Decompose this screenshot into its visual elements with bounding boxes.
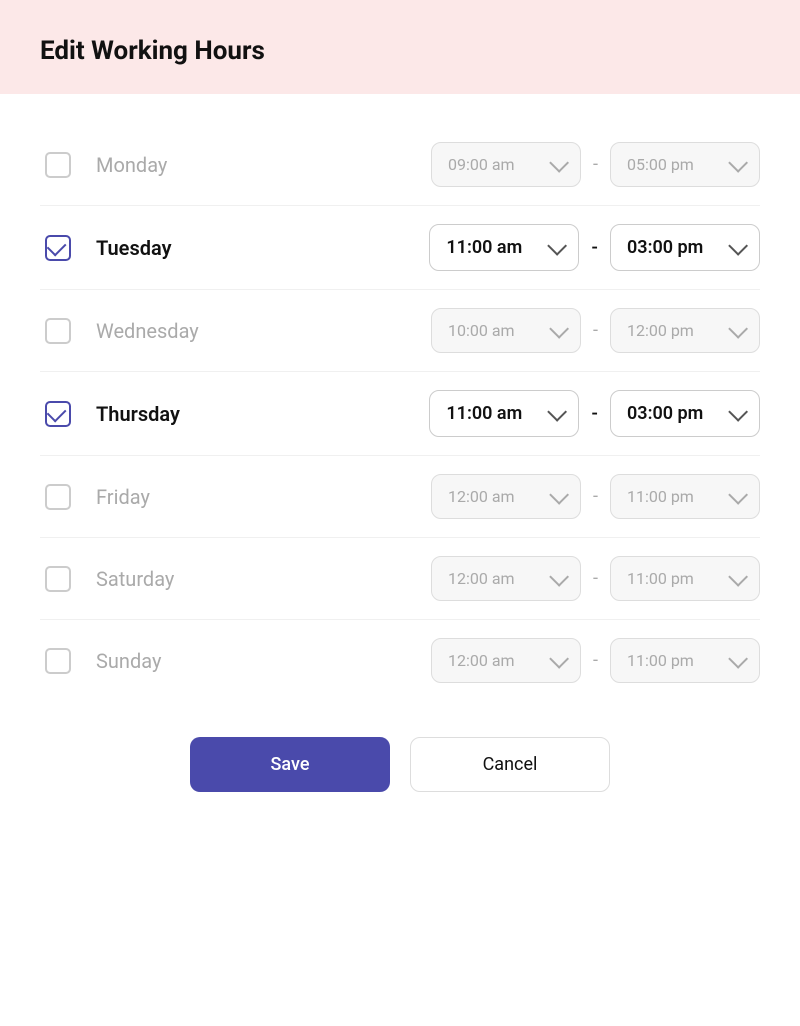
checkbox-monday[interactable]: [40, 147, 76, 183]
start-time-text-monday: 09:00 am: [448, 155, 542, 174]
start-time-text-sunday: 12:00 am: [448, 651, 542, 670]
end-time-text-saturday: 11:00 pm: [627, 569, 721, 588]
end-time-friday[interactable]: 11:00 pm: [610, 474, 760, 519]
start-chevron-saturday: [549, 566, 569, 586]
end-time-text-friday: 11:00 pm: [627, 487, 721, 506]
time-controls-thursday: 11:00 am - 03:00 pm: [429, 390, 760, 437]
end-time-thursday[interactable]: 03:00 pm: [610, 390, 760, 437]
day-row-saturday: Saturday 12:00 am - 11:00 pm: [40, 538, 760, 620]
start-chevron-thursday: [548, 401, 568, 421]
button-row: Save Cancel: [40, 737, 760, 792]
day-label-sunday: Sunday: [96, 649, 256, 673]
start-time-monday[interactable]: 09:00 am: [431, 142, 581, 187]
checkbox-inner-wednesday: [45, 318, 71, 344]
end-time-wednesday[interactable]: 12:00 pm: [610, 308, 760, 353]
start-time-wednesday[interactable]: 10:00 am: [431, 308, 581, 353]
time-controls-friday: 12:00 am - 11:00 pm: [431, 474, 760, 519]
time-controls-wednesday: 10:00 am - 12:00 pm: [431, 308, 760, 353]
start-time-text-wednesday: 10:00 am: [448, 321, 542, 340]
checkbox-friday[interactable]: [40, 479, 76, 515]
end-time-text-wednesday: 12:00 pm: [627, 321, 721, 340]
separator-saturday: -: [593, 568, 598, 589]
checkbox-saturday[interactable]: [40, 561, 76, 597]
start-chevron-wednesday: [549, 318, 569, 338]
end-chevron-tuesday: [728, 235, 748, 255]
day-row-friday: Friday 12:00 am - 11:00 pm: [40, 456, 760, 538]
day-row-tuesday: Tuesday 11:00 am - 03:00 pm: [40, 206, 760, 290]
day-label-saturday: Saturday: [96, 567, 256, 591]
end-chevron-sunday: [728, 648, 748, 668]
day-row-wednesday: Wednesday 10:00 am - 12:00 pm: [40, 290, 760, 372]
day-row-monday: Monday 09:00 am - 05:00 pm: [40, 124, 760, 206]
end-chevron-friday: [728, 484, 748, 504]
day-label-friday: Friday: [96, 485, 256, 509]
end-time-monday[interactable]: 05:00 pm: [610, 142, 760, 187]
start-time-text-tuesday: 11:00 am: [446, 237, 540, 258]
end-time-tuesday[interactable]: 03:00 pm: [610, 224, 760, 271]
start-chevron-sunday: [549, 648, 569, 668]
checkbox-sunday[interactable]: [40, 643, 76, 679]
day-label-thursday: Thursday: [96, 402, 256, 426]
start-time-thursday[interactable]: 11:00 am: [429, 390, 579, 437]
time-controls-saturday: 12:00 am - 11:00 pm: [431, 556, 760, 601]
start-time-sunday[interactable]: 12:00 am: [431, 638, 581, 683]
end-time-text-thursday: 03:00 pm: [627, 403, 721, 424]
start-time-saturday[interactable]: 12:00 am: [431, 556, 581, 601]
start-time-tuesday[interactable]: 11:00 am: [429, 224, 579, 271]
checkbox-inner-sunday: [45, 648, 71, 674]
separator-thursday: -: [591, 403, 598, 424]
end-time-text-sunday: 11:00 pm: [627, 651, 721, 670]
header: Edit Working Hours: [0, 0, 800, 94]
checkbox-inner-tuesday: [45, 235, 71, 261]
time-controls-tuesday: 11:00 am - 03:00 pm: [429, 224, 760, 271]
checkbox-inner-saturday: [45, 566, 71, 592]
checkbox-inner-friday: [45, 484, 71, 510]
day-label-wednesday: Wednesday: [96, 319, 256, 343]
day-label-tuesday: Tuesday: [96, 236, 256, 260]
cancel-button[interactable]: Cancel: [410, 737, 610, 792]
checkbox-inner-monday: [45, 152, 71, 178]
day-label-monday: Monday: [96, 153, 256, 177]
page-title: Edit Working Hours: [40, 36, 265, 66]
end-chevron-wednesday: [728, 318, 748, 338]
start-chevron-tuesday: [548, 235, 568, 255]
start-chevron-monday: [549, 152, 569, 172]
start-time-friday[interactable]: 12:00 am: [431, 474, 581, 519]
day-row-thursday: Thursday 11:00 am - 03:00 pm: [40, 372, 760, 456]
checkbox-tuesday[interactable]: [40, 230, 76, 266]
day-row-sunday: Sunday 12:00 am - 11:00 pm: [40, 620, 760, 701]
save-button[interactable]: Save: [190, 737, 390, 792]
checkbox-inner-thursday: [45, 401, 71, 427]
end-time-saturday[interactable]: 11:00 pm: [610, 556, 760, 601]
start-chevron-friday: [549, 484, 569, 504]
end-time-sunday[interactable]: 11:00 pm: [610, 638, 760, 683]
checkbox-thursday[interactable]: [40, 396, 76, 432]
end-time-text-tuesday: 03:00 pm: [627, 237, 721, 258]
checkbox-wednesday[interactable]: [40, 313, 76, 349]
separator-sunday: -: [593, 650, 598, 671]
start-time-text-thursday: 11:00 am: [446, 403, 540, 424]
main-content: Monday 09:00 am - 05:00 pm Tuesday 11:00: [0, 94, 800, 1026]
time-controls-monday: 09:00 am - 05:00 pm: [431, 142, 760, 187]
time-controls-sunday: 12:00 am - 11:00 pm: [431, 638, 760, 683]
start-time-text-friday: 12:00 am: [448, 487, 542, 506]
end-time-text-monday: 05:00 pm: [627, 155, 721, 174]
separator-friday: -: [593, 486, 598, 507]
start-time-text-saturday: 12:00 am: [448, 569, 542, 588]
end-chevron-monday: [728, 152, 748, 172]
end-chevron-thursday: [728, 401, 748, 421]
days-list: Monday 09:00 am - 05:00 pm Tuesday 11:00: [40, 124, 760, 701]
end-chevron-saturday: [728, 566, 748, 586]
separator-tuesday: -: [591, 237, 598, 258]
separator-monday: -: [593, 154, 598, 175]
separator-wednesday: -: [593, 320, 598, 341]
